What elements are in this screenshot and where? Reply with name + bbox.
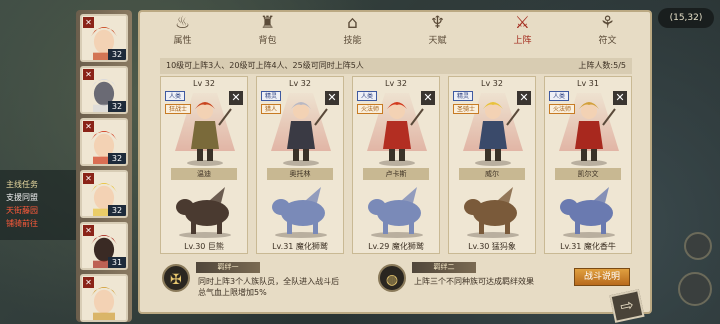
mount-name: Lv.30 巨熊 (184, 242, 224, 251)
tab-4[interactable]: ⚔ 上阵 (480, 12, 565, 48)
card-level: Lv 32 (481, 79, 503, 88)
tab-5[interactable]: ⚘ 符文 (565, 12, 650, 48)
hero-card[interactable]: Lv 32 精灵 猎人 ✕ 奥托林 Lv.31 魔化狮鹫 (256, 76, 344, 254)
bond-two-title: 羁绊二 (412, 262, 476, 273)
hero-slot[interactable]: ✕ 32 (80, 170, 128, 218)
remove-mark-icon: ✕ (83, 173, 94, 184)
hero-name: 卢卡斯 (363, 168, 429, 180)
bond-one-text: 同时上阵3个人族队员，全队进入战斗后 总气血上限增加5% (198, 276, 398, 298)
remove-mark-icon: ✕ (83, 121, 94, 132)
bond-one: ✠ 羁绊一 同时上阵3个人族队员，全队进入战斗后 总气血上限增加5% (160, 258, 360, 302)
mount-name: Lv.31 魔化狮鹫 (272, 242, 328, 251)
hero-level: 32 (108, 49, 126, 60)
remove-mark-icon: ✕ (83, 69, 94, 80)
card-level: Lv 32 (193, 79, 215, 88)
formation-rule-text: 10级可上阵3人、20级可上阵4人、25级可同时上阵5人 (166, 61, 364, 70)
mount-name: Lv.29 魔化狮鹫 (368, 242, 424, 251)
mount-figure (176, 187, 231, 238)
hero-figure (571, 102, 616, 166)
hero-name: 温迪 (171, 168, 237, 180)
remove-mark-icon: ✕ (83, 225, 94, 236)
bond-two: ◍ 羁绊二 上阵三个不同种族可达成羁绊效果 (376, 258, 576, 302)
hero-name: 奥托林 (267, 168, 333, 180)
bond-one-line2: 总气血上限增加5% (198, 288, 267, 297)
hero-level: 32 (108, 101, 126, 112)
mount-figure (464, 187, 519, 238)
hero-card[interactable]: Lv 32 精灵 圣骑士 ✕ 威尔 Lv.30 猛犸象 (448, 76, 536, 254)
tab-icon: ♜ (259, 13, 276, 33)
card-level: Lv 32 (385, 79, 407, 88)
tab-icon: ⚔ (514, 13, 531, 33)
hero-card[interactable]: Lv 32 人类 狂战士 ✕ 温迪 Lv.30 巨熊 (160, 76, 248, 254)
hero-figure (379, 102, 424, 166)
mount-name: Lv.31 魔化香牛 (560, 242, 616, 251)
hero-slot[interactable]: ✕ 32 (80, 118, 128, 166)
tab-label: 属性 (173, 36, 192, 46)
tab-icon: ⌂ (347, 13, 358, 33)
panel-tabs: ♨ 属性 ♜ 背包 ⌂ 技能 ♆ 天赋 ⚔ 上阵 ⚘ 符文 (140, 12, 650, 48)
tab-0[interactable]: ♨ 属性 (140, 12, 225, 48)
tab-label: 技能 (343, 36, 362, 46)
tab-label: 符文 (598, 36, 617, 46)
bond-two-icon[interactable]: ◍ (378, 264, 406, 292)
tab-1[interactable]: ♜ 背包 (225, 12, 310, 48)
tab-label: 天赋 (428, 36, 447, 46)
hero-name: 凯尔文 (555, 168, 621, 180)
bond-one-line1: 同时上阵3个人族队员，全队进入战斗后 (198, 277, 340, 286)
mount-name: Lv.30 猛犸象 (468, 242, 516, 251)
quest-category: 主线任务 (6, 180, 38, 189)
tab-3[interactable]: ♆ 天赋 (395, 12, 480, 48)
card-level: Lv 32 (289, 79, 311, 88)
tab-label: 背包 (258, 36, 277, 46)
hero-card[interactable]: Lv 32 人类 火法师 ✕ 卢卡斯 Lv.29 魔化狮鹫 (352, 76, 440, 254)
hero-name: 威尔 (459, 168, 525, 180)
hero-slot[interactable]: ✕ (80, 274, 128, 322)
tab-icon: ⚘ (599, 13, 616, 33)
map-tool-button[interactable] (684, 232, 712, 260)
battle-info-button[interactable]: 战斗说明 (574, 268, 630, 286)
hero-figure (283, 102, 328, 166)
hero-slot[interactable]: ✕ 31 (80, 222, 128, 270)
mount-figure (368, 187, 423, 238)
quest-name: 支援同盟 (6, 193, 38, 202)
hero-figure (187, 102, 232, 166)
card-level: Lv 31 (577, 79, 599, 88)
tab-label: 上阵 (513, 36, 532, 46)
quest-detail-1: 天街藤园 (6, 206, 38, 215)
bond-one-title: 羁绊一 (196, 262, 260, 273)
quest-tracker[interactable]: 主线任务 支援同盟 天街藤园 铺骑前往 (0, 170, 80, 240)
formation-info-bar: 10级可上阵3人、20级可上阵4人、25级可同时上阵5人 上阵人数:5/5 (160, 58, 632, 74)
hero-slot[interactable]: ✕ 32 (80, 14, 128, 62)
map-coordinates: (15,32) (658, 8, 714, 28)
hero-card[interactable]: Lv 31 人类 火法师 ✕ 凯尔文 Lv.31 魔化香牛 (544, 76, 632, 254)
tab-2[interactable]: ⌂ 技能 (310, 12, 395, 48)
formation-cards: Lv 32 人类 狂战士 ✕ 温迪 Lv.30 巨熊 Lv 32 精灵 猎人 ✕ 奥托林 Lv.31 … (160, 76, 632, 254)
remove-mark-icon: ✕ (83, 17, 94, 28)
hero-level: 32 (108, 153, 126, 164)
minimap-button[interactable] (678, 272, 712, 306)
hero-slot[interactable]: ✕ 32 (80, 66, 128, 114)
mount-figure (560, 187, 615, 238)
formation-count: 上阵人数:5/5 (578, 61, 626, 70)
hero-level: 31 (108, 257, 126, 268)
quest-detail-2: 铺骑前往 (6, 219, 38, 228)
hero-level: 32 (108, 205, 126, 216)
tab-icon: ♨ (174, 13, 191, 33)
bond-section: ✠ 羁绊一 同时上阵3个人族队员，全队进入战斗后 总气血上限增加5% ◍ 羁绊二… (160, 258, 632, 302)
bond-one-icon[interactable]: ✠ (162, 264, 190, 292)
remove-mark-icon: ✕ (83, 277, 94, 288)
mount-figure (272, 187, 327, 238)
tab-icon: ♆ (429, 13, 446, 33)
hero-figure (475, 102, 520, 166)
